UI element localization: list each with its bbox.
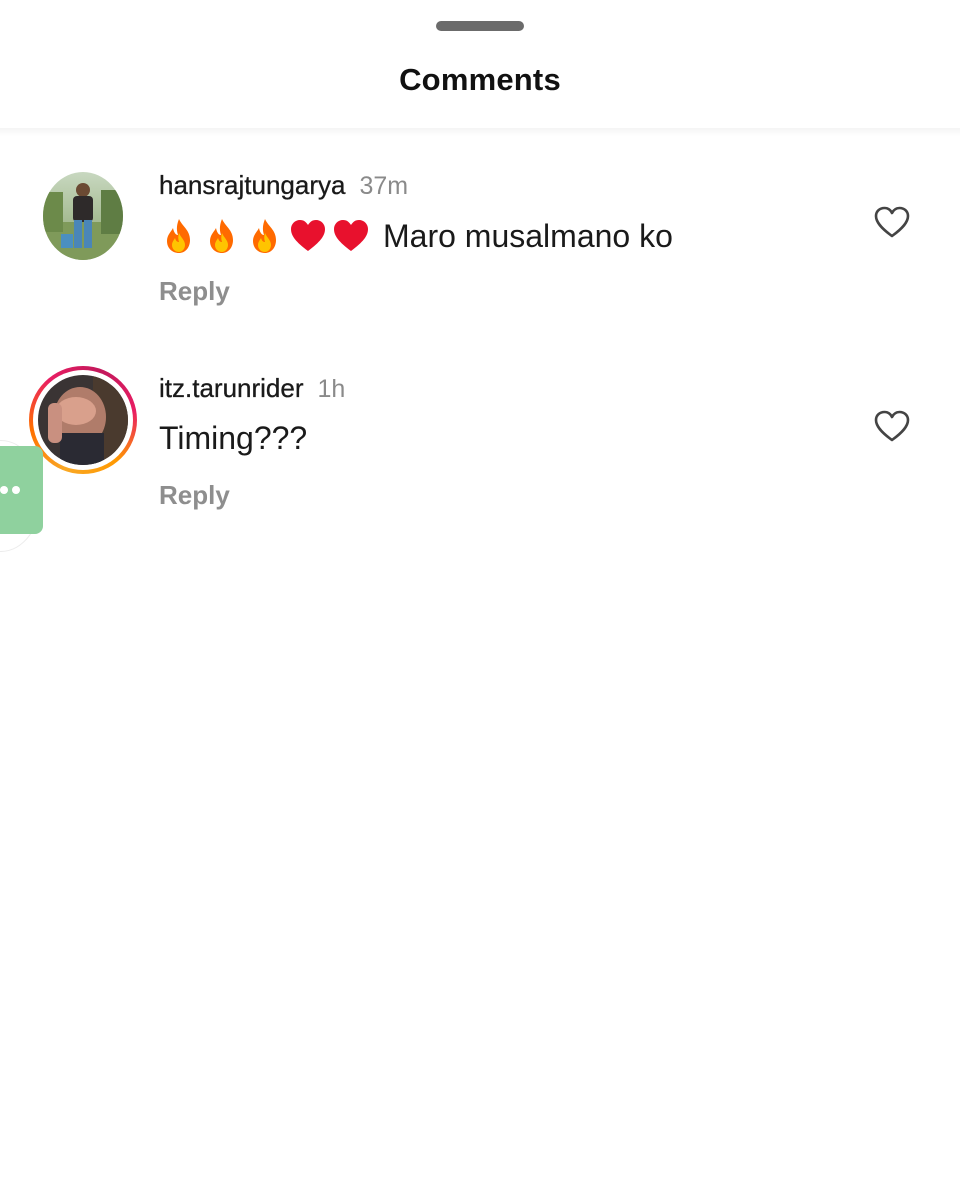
username-text[interactable]: itz.tarunrider xyxy=(159,373,304,403)
avatar-photo-icon xyxy=(38,375,128,465)
comment-body: Timing??? xyxy=(159,420,308,456)
avatar-photo-icon xyxy=(43,172,123,260)
comment-timestamp: 1h xyxy=(317,375,346,403)
fire-icon xyxy=(245,216,285,256)
comment-username[interactable]: itz.tarunrider 1h xyxy=(159,373,345,404)
more-dots-icon xyxy=(12,486,20,494)
header-divider xyxy=(0,128,960,136)
page-title: Comments xyxy=(399,62,561,97)
comment-text: Maro musalmano ko xyxy=(159,216,673,256)
avatar[interactable] xyxy=(43,172,123,260)
comment-body: Maro musalmano ko xyxy=(383,217,673,254)
red-heart-icon xyxy=(288,216,328,256)
comment-timestamp: 37m xyxy=(359,172,409,200)
comment-text: Timing??? xyxy=(159,420,307,457)
avatar[interactable] xyxy=(38,375,128,465)
comment-item: hansrajtungarya 37m Maro musalmano ko Re… xyxy=(0,160,960,330)
fire-icon xyxy=(159,216,199,256)
comments-sheet: Comments hansrajtungarya 37m Maro musalm… xyxy=(0,0,960,1200)
more-dots-icon xyxy=(0,486,8,494)
reply-button[interactable]: Reply xyxy=(159,480,230,511)
like-button[interactable] xyxy=(872,204,912,240)
reply-button[interactable]: Reply xyxy=(159,276,230,307)
fire-icon xyxy=(202,216,242,256)
username-text[interactable]: hansrajtungarya xyxy=(159,170,346,200)
comment-username[interactable]: hansrajtungarya 37m xyxy=(159,170,408,201)
floating-menu-button[interactable] xyxy=(0,446,43,534)
comment-item: itz.tarunrider 1h Timing??? Reply xyxy=(0,360,960,530)
heart-outline-icon xyxy=(874,410,910,442)
like-button[interactable] xyxy=(872,408,912,444)
heart-outline-icon xyxy=(874,206,910,238)
drag-handle[interactable] xyxy=(436,21,524,31)
red-heart-icon xyxy=(331,216,371,256)
